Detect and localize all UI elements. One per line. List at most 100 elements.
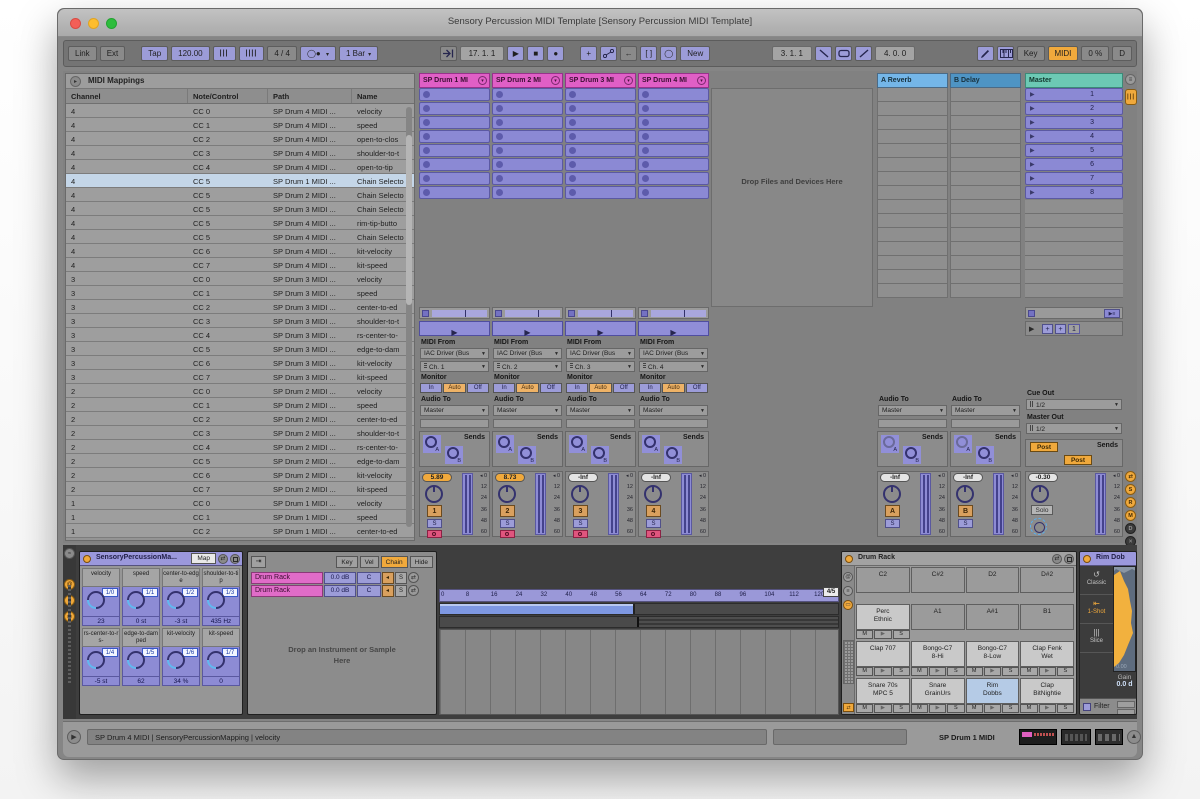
- table-row[interactable]: 4 CC 5 SP Drum 2 MIDI ... Chain Selecto: [66, 188, 414, 202]
- track-activator-button[interactable]: 2: [500, 505, 515, 517]
- clip[interactable]: [638, 102, 709, 115]
- clip[interactable]: [419, 130, 490, 143]
- scene-launch-icon[interactable]: ▶: [1030, 161, 1035, 168]
- send-a-knob[interactable]: A: [423, 435, 441, 453]
- pad-preview-button[interactable]: ▶: [929, 704, 946, 713]
- volume-value-badge[interactable]: -Inf: [641, 473, 671, 482]
- solo-cue-button[interactable]: Solo: [1031, 505, 1053, 515]
- table-row[interactable]: 2 CC 4 SP Drum 2 MIDI ... rs-center-to-: [66, 440, 414, 454]
- chain-2-zone-bar[interactable]: [637, 617, 838, 627]
- scrollbar-thumb[interactable]: [406, 135, 412, 305]
- clip[interactable]: [419, 172, 490, 185]
- solo-button[interactable]: S: [427, 519, 442, 528]
- clip-launch-icon[interactable]: [496, 91, 503, 98]
- drum-pad[interactable]: Bongo-C7 8-Low M ▶ S: [966, 641, 1020, 677]
- gain-control[interactable]: Gain 0.0 d: [1113, 672, 1136, 698]
- stop-button[interactable]: ■: [527, 46, 544, 61]
- clip-launch-icon[interactable]: [423, 147, 430, 154]
- table-row[interactable]: 2 CC 2 SP Drum 2 MIDI ... center-to-ed: [66, 412, 414, 426]
- show-chains-icon[interactable]: ≡: [843, 586, 853, 596]
- pad-solo-button[interactable]: S: [893, 667, 910, 676]
- scene-slot[interactable]: ▶ 1: [1025, 88, 1123, 101]
- clip[interactable]: [419, 186, 490, 199]
- macro-knob[interactable]: shoulder-to-tip 1/3 435 Hz: [202, 568, 240, 626]
- scene-launch-icon[interactable]: ▶: [1030, 105, 1035, 112]
- device-activator[interactable]: [845, 555, 853, 563]
- chain-solo-button[interactable]: S: [395, 585, 407, 597]
- pad-preview-button[interactable]: ▶: [984, 704, 1001, 713]
- pad-preview-button[interactable]: ▶: [874, 704, 891, 713]
- table-row[interactable]: 2 CC 6 SP Drum 2 MIDI ... kit-velocity: [66, 468, 414, 482]
- scene-down-button[interactable]: +: [1055, 324, 1066, 334]
- monitor-in-button[interactable]: In: [566, 383, 588, 393]
- clip[interactable]: [419, 116, 490, 129]
- clip-launch-icon[interactable]: [423, 175, 430, 182]
- pad-overview-grid[interactable]: [843, 640, 854, 684]
- chevron-down-icon[interactable]: ▾: [551, 76, 560, 85]
- clip[interactable]: [638, 88, 709, 101]
- zone-ruler[interactable]: 081624324048566472808896104112120: [439, 589, 839, 602]
- scene-launch-icon[interactable]: ▶: [1030, 189, 1035, 196]
- mixer-section-toggle[interactable]: M: [1125, 510, 1136, 521]
- volume-value-badge[interactable]: -Inf: [568, 473, 598, 482]
- io-toggle-icon[interactable]: ⇄: [843, 703, 854, 712]
- clip-launch-icon[interactable]: [423, 91, 430, 98]
- scene-launch-icon[interactable]: ▶: [1030, 175, 1035, 182]
- audio-output-menu[interactable]: Master▼: [951, 405, 1020, 416]
- monitor-off-button[interactable]: Off: [467, 383, 489, 393]
- save-preset-icon[interactable]: [1064, 554, 1074, 564]
- send-a-post-button[interactable]: Post: [1030, 442, 1058, 452]
- table-row[interactable]: 1 CC 1 SP Drum 1 MIDI ... speed: [66, 510, 414, 524]
- table-row[interactable]: 2 CC 3 SP Drum 2 MIDI ... shoulder-to-t: [66, 426, 414, 440]
- clip[interactable]: [492, 186, 563, 199]
- table-row[interactable]: 2 CC 0 SP Drum 2 MIDI ... velocity: [66, 384, 414, 398]
- send-b-knob[interactable]: B: [518, 446, 536, 464]
- table-row[interactable]: 2 CC 5 SP Drum 2 MIDI ... edge-to-dam: [66, 454, 414, 468]
- clip-stop-button[interactable]: [422, 310, 429, 317]
- volume-value-badge[interactable]: -0.30: [1028, 473, 1058, 482]
- scene-slot[interactable]: ▶ 2: [1025, 102, 1123, 115]
- scene-slot[interactable]: ▶ 8: [1025, 186, 1123, 199]
- pad-label[interactable]: Snare GrainUrs: [911, 678, 965, 704]
- hot-swap-icon[interactable]: ⇄: [408, 585, 419, 596]
- midi-channel-menu[interactable]: Ch. 4▼: [639, 361, 708, 372]
- chevron-down-icon[interactable]: ▾: [624, 76, 633, 85]
- cue-out-menu[interactable]: 1/2▼: [1026, 399, 1122, 410]
- clip-launch-icon[interactable]: [642, 147, 649, 154]
- session-record-icon[interactable]: ◯: [660, 46, 677, 61]
- pad-solo-button[interactable]: S: [1057, 667, 1074, 676]
- device-title-bar[interactable]: Rim Dob: [1080, 552, 1136, 566]
- macro-knob[interactable]: speed 1/1 0 st: [122, 568, 160, 626]
- track-header[interactable]: SP Drum 3 MI ▾: [565, 73, 636, 88]
- scene-launch-icon[interactable]: ▶: [1030, 133, 1035, 140]
- sample-waveform[interactable]: 0.00: [1113, 566, 1136, 672]
- title-bar[interactable]: Sensory Percussion MIDI Template [Sensor…: [58, 9, 1142, 37]
- pad-label[interactable]: C#2: [911, 567, 965, 593]
- chain-pan[interactable]: C: [357, 572, 381, 584]
- column-header-path[interactable]: Path: [268, 89, 352, 103]
- macro-dial[interactable]: 1/6: [162, 647, 200, 677]
- return-activator-button[interactable]: B: [958, 505, 973, 517]
- chain-drop-zone[interactable]: Drop an Instrument or Sample Here: [251, 602, 433, 710]
- table-row[interactable]: 1 CC 2 SP Drum 1 MIDI ... center-to-ed: [66, 524, 414, 538]
- show-hide-detail-icon[interactable]: ▶: [67, 730, 81, 744]
- scene-fire-icon[interactable]: ▶: [1029, 325, 1034, 333]
- gain-value[interactable]: 0.0 d: [1113, 681, 1136, 688]
- filter-field-1[interactable]: [1117, 701, 1135, 708]
- audio-output-menu[interactable]: Master▼: [878, 405, 947, 416]
- pad-solo-button[interactable]: S: [893, 630, 910, 639]
- clip[interactable]: [565, 130, 636, 143]
- audio-output-menu[interactable]: Master▼: [566, 405, 635, 416]
- pad-preview-button[interactable]: ▶: [984, 667, 1001, 676]
- groove-amount-button[interactable]: ◯● ▾: [300, 46, 336, 61]
- return-track-header[interactable]: A Reverb: [877, 73, 948, 88]
- follow-icon[interactable]: [440, 46, 457, 61]
- chain-row[interactable]: Drum Rack 0.0 dB C S ⇄: [251, 585, 433, 597]
- midi-input-menu[interactable]: IAC Driver (Bus▼: [493, 348, 562, 359]
- clip[interactable]: [492, 116, 563, 129]
- clip-launch-icon[interactable]: [569, 175, 576, 182]
- returns-section-toggle[interactable]: R: [1125, 497, 1136, 508]
- drum-pad[interactable]: Snare GrainUrs M ▶ S: [911, 678, 965, 714]
- return-activator-button[interactable]: A: [885, 505, 900, 517]
- ext-button[interactable]: Ext: [100, 46, 126, 61]
